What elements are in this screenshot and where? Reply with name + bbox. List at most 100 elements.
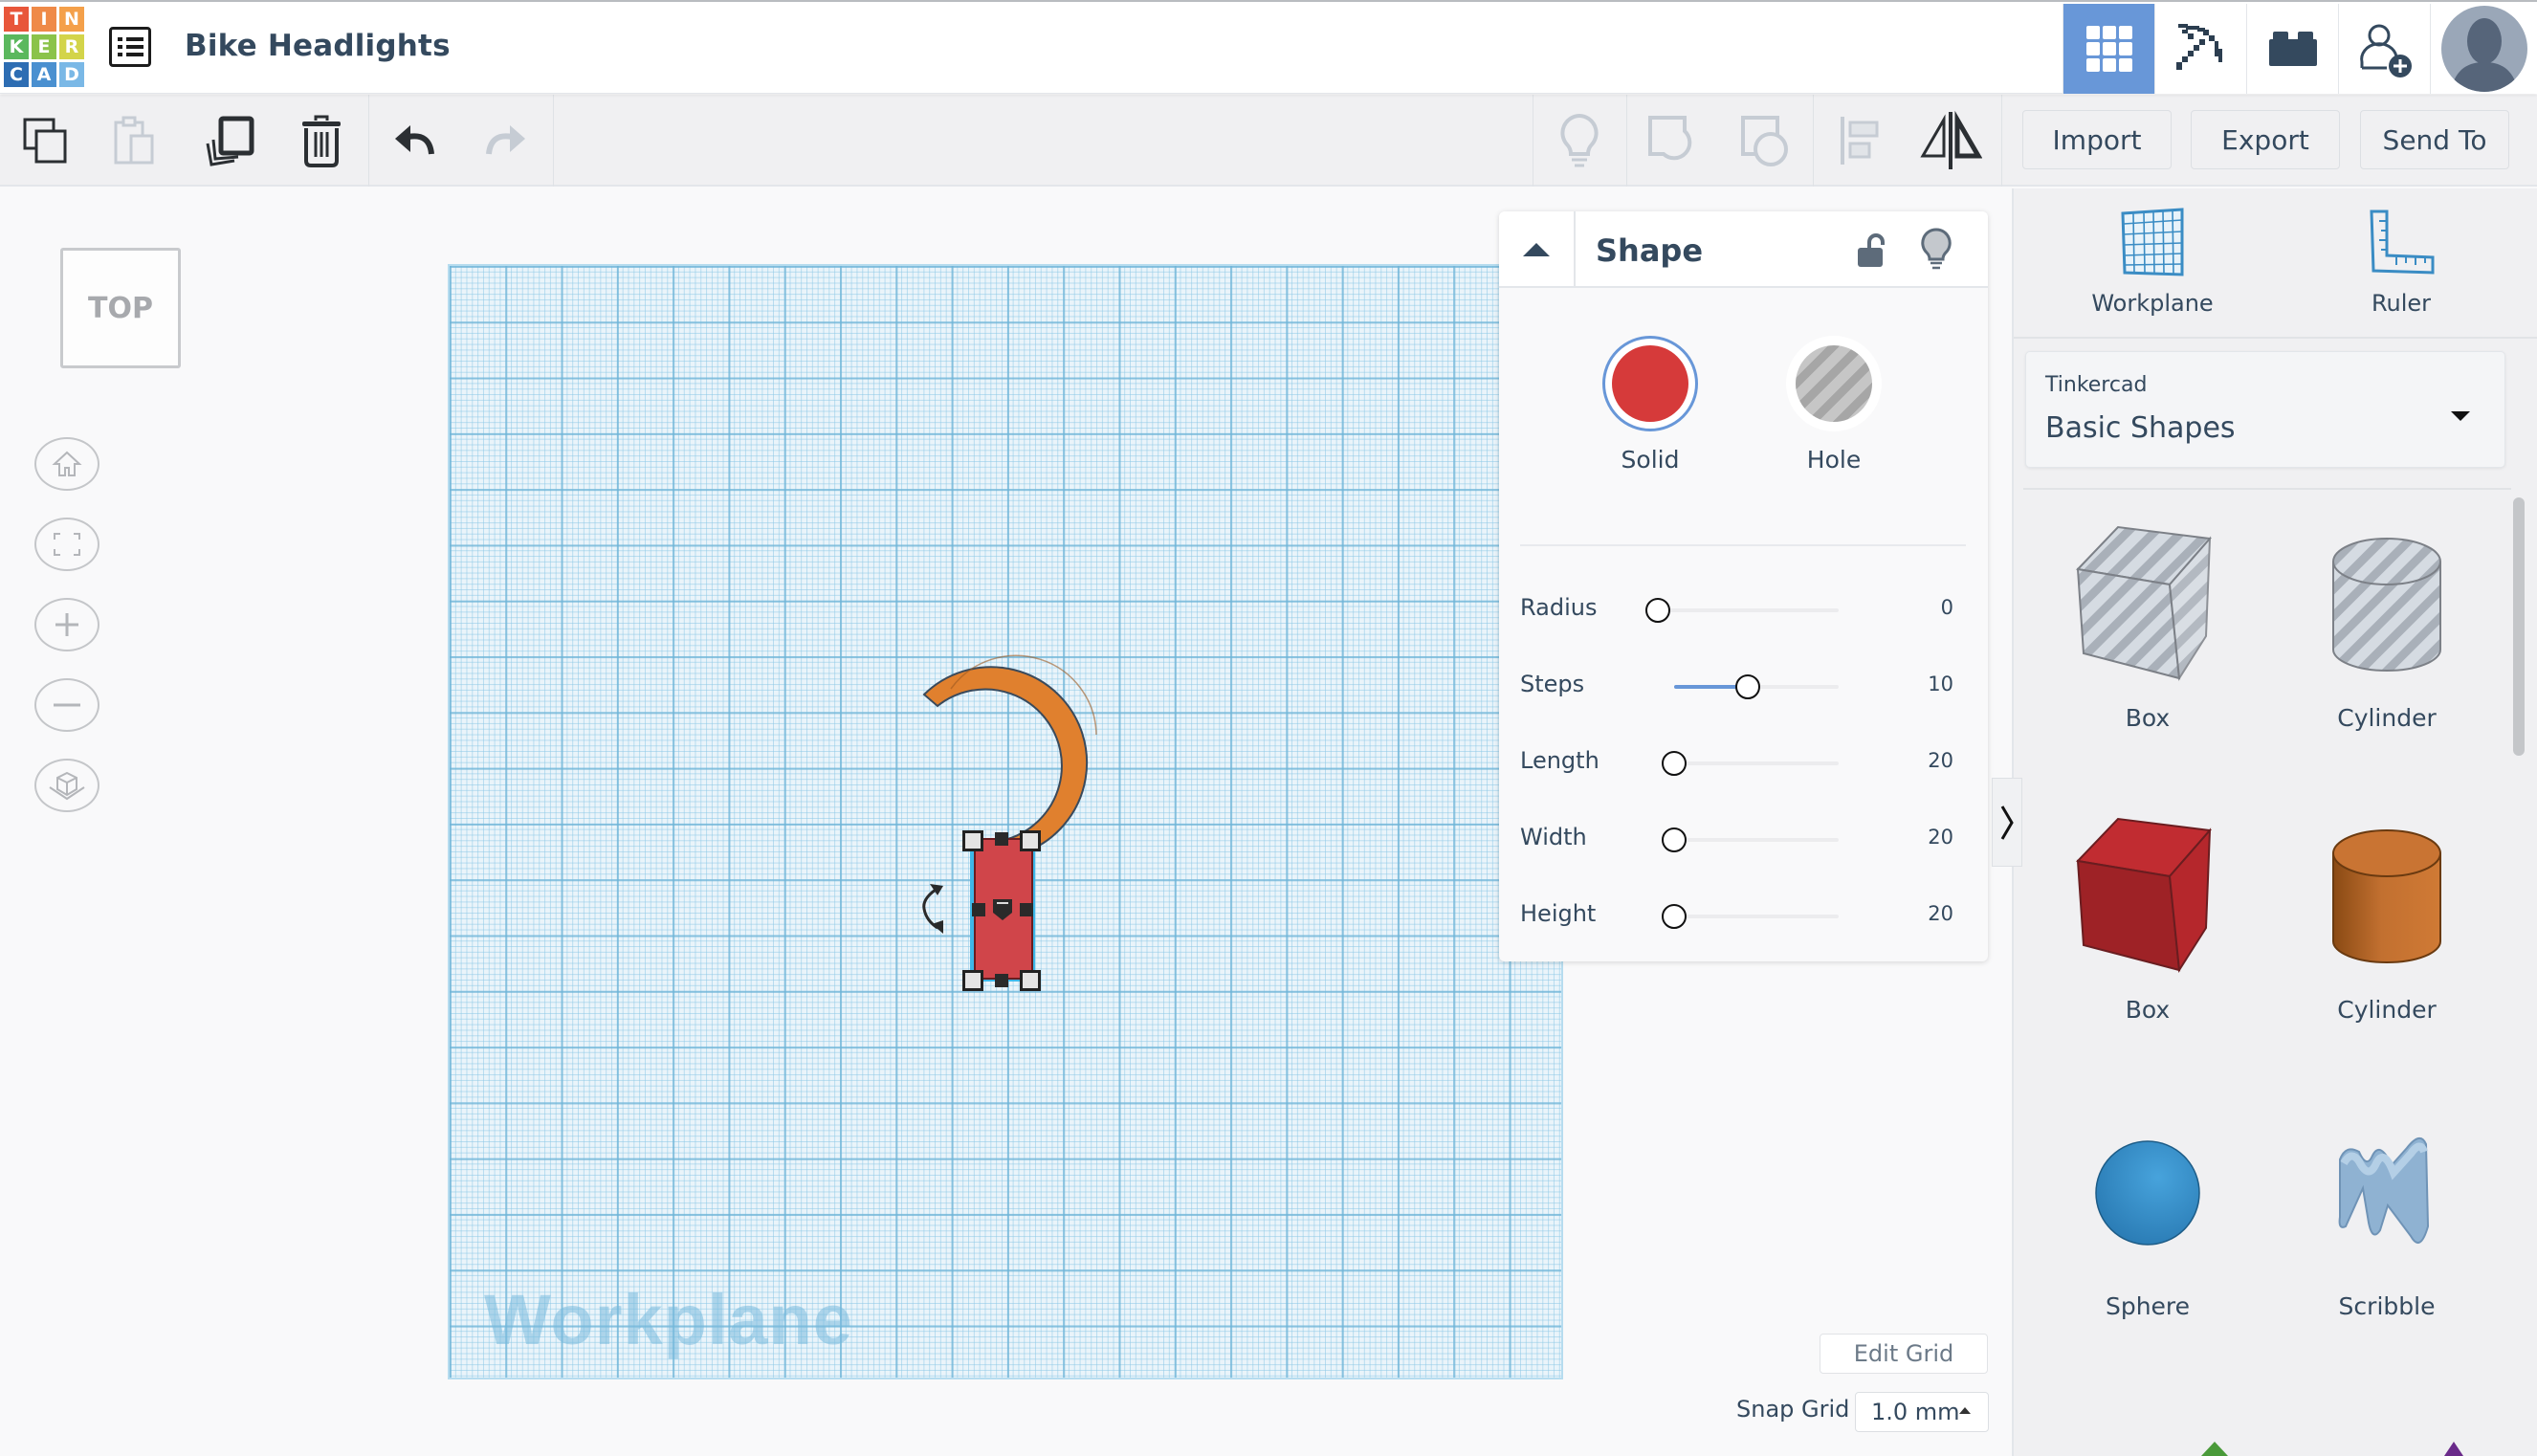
logo-letter: C [4,62,29,87]
hole-label: Hole [1806,446,1862,474]
property-slider-track[interactable] [1674,838,1839,842]
redo-button[interactable] [471,108,540,173]
design-title[interactable]: Bike Headlights [185,29,451,63]
snap-grid-value: 1.0 mm [1871,1399,1960,1425]
toolbar-separator [368,95,369,187]
property-value[interactable]: 20 [1928,826,1953,849]
shape-label: Box [2125,996,2171,1024]
undo-button[interactable] [381,108,450,173]
snap-grid-label: Snap Grid [1736,1396,1850,1423]
solid-color-button[interactable] [1602,336,1698,431]
design-list-button[interactable] [109,27,151,67]
perspective-icon [49,771,85,801]
shape-scribble[interactable]: Scribble [2282,1107,2492,1356]
edge-handle[interactable] [995,974,1008,987]
shape-box[interactable]: Box [2042,810,2253,1059]
property-slider-knob[interactable] [1645,598,1670,623]
show-all-button[interactable] [1545,108,1614,173]
logo-letter: N [59,7,84,32]
align-icon [1841,117,1879,165]
toolbar-separator [553,95,554,187]
shape-box-hole[interactable]: Box [2042,518,2253,767]
property-slider-track[interactable] [1674,915,1839,918]
top-header: T I N K E R C A D Bike Headlights [0,0,2537,94]
home-view-button[interactable] [34,437,99,491]
tinkercad-logo[interactable]: T I N K E R C A D [4,7,86,89]
workplane-tool[interactable]: Workplane [2057,208,2248,332]
align-button[interactable] [1825,108,1894,173]
rotate-handle[interactable] [916,882,949,936]
paste-button[interactable] [101,108,170,173]
group-button[interactable] [1639,108,1708,173]
perspective-button[interactable] [34,759,99,812]
property-slider-knob[interactable] [1662,751,1687,776]
collapse-inspector-button[interactable] [1499,211,1576,288]
box-icon [2076,817,2212,973]
logo-letter: K [4,34,29,59]
lightbulb-icon [1560,113,1599,167]
property-slider-knob[interactable] [1735,674,1761,699]
hole-swatch [1796,345,1872,422]
property-value[interactable]: 0 [1941,596,1953,619]
edit-grid-button[interactable]: Edit Grid [1820,1334,1988,1374]
zoom-out-button[interactable] [34,678,99,732]
edge-handle[interactable] [1020,903,1033,916]
toolbar: Import Export Send To [0,95,2537,187]
property-slider-track[interactable] [1658,608,1839,612]
copy-button[interactable] [11,108,80,173]
property-value[interactable]: 20 [1928,902,1953,925]
edge-handle[interactable] [995,832,1008,846]
list-icon-dot [118,53,122,56]
invite-people-button[interactable] [2338,4,2430,94]
shape-cylinder[interactable]: Cylinder [2282,810,2492,1059]
export-button[interactable]: Export [2191,110,2340,169]
minecraft-view-button[interactable] [2154,4,2246,94]
shape-library-dropdown[interactable]: Tinkercad Basic Shapes [2025,351,2505,468]
corner-handle[interactable] [962,970,983,991]
3d-design-view-button[interactable] [2063,4,2154,94]
property-value[interactable]: 10 [1928,673,1953,695]
ruler-tool[interactable]: Ruler [2305,208,2497,332]
mirror-icon [1920,110,1982,169]
corner-handle[interactable] [962,830,983,851]
add-user-icon [2359,24,2412,77]
list-icon-dot [118,37,122,41]
fit-view-button[interactable] [34,518,99,571]
solid-label: Solid [1621,446,1680,474]
shape-cylinder-hole[interactable]: Cylinder [2282,518,2492,767]
property-slider-knob[interactable] [1662,827,1687,852]
user-profile-button[interactable] [2430,4,2537,94]
delete-button[interactable] [287,108,356,173]
ungroup-button[interactable] [1732,108,1800,173]
shape-sphere[interactable]: Sphere [2042,1107,2253,1356]
shape-label: Cylinder [2337,996,2437,1024]
sidebar-scrollbar[interactable] [2513,497,2525,756]
property-slider-track[interactable] [1674,761,1839,765]
snap-grid-select[interactable]: 1.0 mm [1855,1392,1989,1432]
logo-letter: E [32,34,56,59]
corner-handle[interactable] [1020,970,1041,991]
property-value[interactable]: 20 [1928,749,1953,772]
bricks-view-button[interactable] [2246,4,2338,94]
workplane-grid[interactable]: Workplane [448,264,1563,1379]
edge-handle[interactable] [972,903,985,916]
property-label: Width [1520,824,1587,850]
lightbulb-icon[interactable] [1920,227,1952,271]
hole-button[interactable] [1786,336,1882,431]
toggle-inspector-button[interactable] [1992,778,2022,867]
logo-letter: R [59,34,84,59]
avatar [2440,6,2527,92]
send-to-button[interactable]: Send To [2360,110,2509,169]
import-button[interactable]: Import [2022,110,2172,169]
height-handle[interactable] [991,897,1014,922]
view-cube[interactable]: TOP [60,248,181,368]
zoom-in-button[interactable] [34,598,99,651]
unlock-icon[interactable] [1856,232,1886,269]
zoom-out-icon [54,703,80,707]
duplicate-button[interactable] [195,108,264,173]
logo-letter: D [59,62,84,87]
property-row-length: Length 20 [1499,734,1988,791]
property-slider-knob[interactable] [1662,904,1687,929]
corner-handle[interactable] [1020,830,1041,851]
mirror-button[interactable] [1916,108,1985,173]
